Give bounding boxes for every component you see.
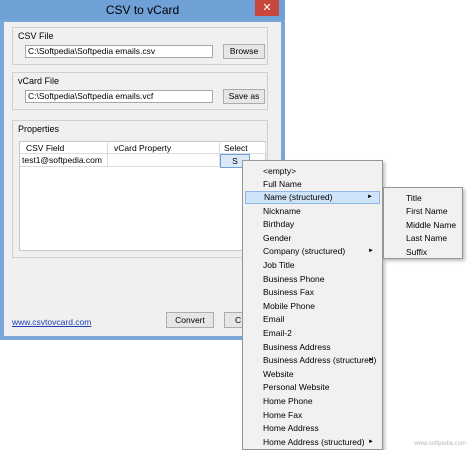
menu-item-name-structured[interactable]: Name (structured) ► — [245, 191, 380, 204]
column-header-vcard-property[interactable]: vCard Property — [108, 142, 220, 154]
menu-item-mobile-phone[interactable]: Mobile Phone — [245, 300, 380, 313]
column-header-csv-field[interactable]: CSV Field — [20, 142, 108, 154]
title-bar[interactable]: CSV to vCard ✕ — [0, 0, 285, 20]
browse-button[interactable]: Browse — [223, 44, 265, 59]
submenu-arrow-icon: ► — [368, 439, 374, 445]
menu-item-business-fax[interactable]: Business Fax — [245, 286, 380, 299]
submenu-item-middle-name[interactable]: Middle Name — [386, 219, 460, 232]
submenu-item-suffix[interactable]: Suffix — [386, 246, 460, 259]
submenu-item-first-name[interactable]: First Name — [386, 205, 460, 218]
watermark: www.softpedia.com — [414, 441, 466, 447]
vcard-file-group: vCard File C:\Softpedia\Softpedia emails… — [12, 72, 268, 110]
table-row-csv-field[interactable]: test1@softpedia.com — [20, 154, 108, 167]
submenu-arrow-icon: ► — [368, 248, 374, 254]
submenu-item-last-name[interactable]: Last Name — [386, 232, 460, 245]
window-title: CSV to vCard — [105, 3, 180, 17]
menu-item-home-address-structured[interactable]: Home Address (structured) ► — [245, 436, 380, 449]
menu-item-home-fax[interactable]: Home Fax — [245, 409, 380, 422]
menu-item-home-address[interactable]: Home Address — [245, 422, 380, 435]
vcard-property-menu: <empty> Full Name Name (structured) ► Nic… — [242, 160, 383, 450]
csv-path-input[interactable]: C:\Softpedia\Softpedia emails.csv — [25, 45, 213, 58]
menu-item-full-name[interactable]: Full Name — [245, 178, 380, 191]
vcard-path-input[interactable]: C:\Softpedia\Softpedia emails.vcf — [25, 90, 213, 103]
submenu-item-title[interactable]: Title — [386, 192, 460, 205]
menu-item-business-phone[interactable]: Business Phone — [245, 273, 380, 286]
properties-label: Properties — [18, 124, 60, 134]
menu-item-company-structured[interactable]: Company (structured) ► — [245, 245, 380, 258]
submenu-arrow-icon: ► — [367, 194, 373, 200]
column-header-select[interactable]: Select — [220, 142, 266, 154]
menu-item-personal-website[interactable]: Personal Website — [245, 381, 380, 394]
menu-item-website[interactable]: Website — [245, 368, 380, 381]
menu-item-business-address-structured[interactable]: Business Address (structured) ► — [245, 354, 380, 367]
menu-item-job-title[interactable]: Job Title — [245, 259, 380, 272]
close-button[interactable]: C — [224, 312, 244, 328]
vcard-file-label: vCard File — [18, 76, 60, 86]
menu-item-gender[interactable]: Gender — [245, 232, 380, 245]
table-row-vcard-property[interactable] — [108, 154, 220, 167]
menu-item-email-2[interactable]: Email-2 — [245, 327, 380, 340]
convert-button[interactable]: Convert — [166, 312, 214, 328]
save-as-button[interactable]: Save as — [223, 89, 265, 104]
menu-item-birthday[interactable]: Birthday — [245, 218, 380, 231]
properties-grid[interactable]: CSV Field vCard Property Select test1@so… — [19, 141, 266, 251]
client-area: CSV File C:\Softpedia\Softpedia emails.c… — [4, 22, 281, 336]
menu-item-empty[interactable]: <empty> — [245, 165, 380, 178]
csv-file-label: CSV File — [18, 31, 54, 41]
submenu-arrow-icon: ► — [368, 357, 374, 363]
properties-group: Properties CSV Field vCard Property Sele… — [12, 120, 268, 258]
menu-item-nickname[interactable]: Nickname — [245, 205, 380, 218]
website-link[interactable]: www.csvtovcard.com — [12, 317, 91, 327]
csv-file-group: CSV File C:\Softpedia\Softpedia emails.c… — [12, 27, 268, 65]
menu-item-email[interactable]: Email — [245, 313, 380, 326]
menu-item-home-phone[interactable]: Home Phone — [245, 395, 380, 408]
menu-item-business-address[interactable]: Business Address — [245, 341, 380, 354]
name-structured-submenu: Title First Name Middle Name Last Name S… — [383, 187, 463, 259]
close-window-button[interactable]: ✕ — [255, 0, 279, 16]
